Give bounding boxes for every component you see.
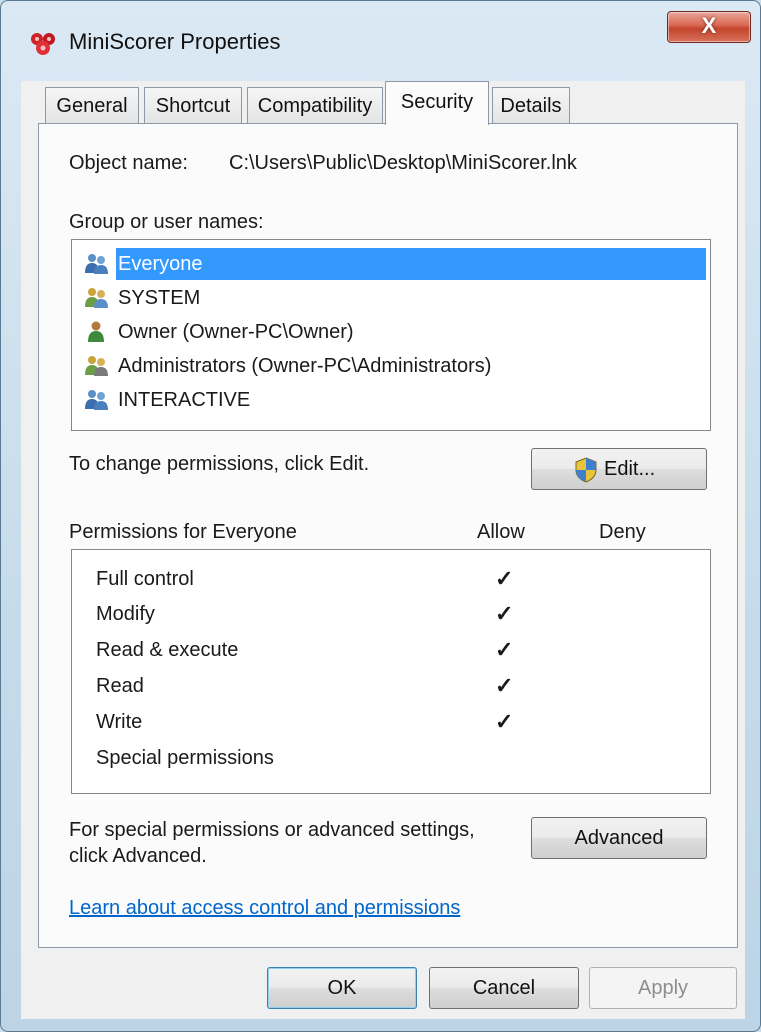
permission-label: Modify bbox=[96, 603, 155, 625]
allow-check-icon: ✓ bbox=[495, 673, 514, 698]
list-item-system[interactable]: SYSTEM bbox=[80, 282, 708, 314]
allow-check-icon: ✓ bbox=[495, 709, 514, 734]
tab-security[interactable]: Security bbox=[385, 81, 489, 125]
tab-shortcut[interactable]: Shortcut bbox=[144, 87, 242, 123]
permissions-header: Permissions for Everyone bbox=[69, 521, 297, 543]
ok-button[interactable]: OK bbox=[267, 967, 417, 1009]
permission-row: Special permissions bbox=[96, 740, 696, 776]
group-user-list[interactable]: Everyone SYSTEM Owner (Owner-PC\Owner) A… bbox=[71, 239, 711, 431]
users-icon bbox=[85, 254, 108, 274]
allow-check-icon: ✓ bbox=[495, 637, 514, 662]
list-item-label: Everyone bbox=[116, 248, 706, 280]
cancel-button[interactable]: Cancel bbox=[429, 967, 579, 1009]
list-item-label: INTERACTIVE bbox=[118, 389, 251, 411]
access-control-help-link[interactable]: Learn about access control and permissio… bbox=[69, 897, 460, 920]
group-names-label: Group or user names: bbox=[69, 211, 264, 233]
permission-row: Full control ✓ bbox=[96, 561, 696, 597]
app-icon bbox=[31, 33, 55, 55]
users-icon bbox=[85, 356, 108, 376]
tab-general[interactable]: General bbox=[45, 87, 139, 123]
edit-button-label: Edit... bbox=[604, 458, 656, 480]
permission-row: Read & execute ✓ bbox=[96, 632, 696, 668]
object-name-label: Object name: bbox=[69, 152, 188, 174]
allow-check-icon: ✓ bbox=[495, 566, 514, 591]
title-bar[interactable]: MiniScorer Properties X bbox=[1, 1, 760, 79]
tab-details[interactable]: Details bbox=[492, 87, 570, 123]
users-icon bbox=[85, 288, 108, 308]
list-item-everyone[interactable]: Everyone bbox=[80, 248, 708, 280]
permission-label: Special permissions bbox=[96, 747, 274, 769]
list-item-label: Owner (Owner-PC\Owner) bbox=[118, 321, 354, 343]
user-icon bbox=[88, 321, 104, 342]
change-permissions-text: To change permissions, click Edit. bbox=[69, 453, 370, 475]
advanced-button[interactable]: Advanced bbox=[531, 817, 707, 859]
permission-row: Modify ✓ bbox=[96, 596, 696, 632]
permission-row: Write ✓ bbox=[96, 704, 696, 740]
list-item-label: SYSTEM bbox=[118, 287, 201, 309]
apply-button[interactable]: Apply bbox=[589, 967, 737, 1009]
list-item-label: Administrators (Owner-PC\Administrators) bbox=[118, 355, 492, 377]
shield-icon bbox=[575, 457, 597, 483]
permission-label: Write bbox=[96, 711, 143, 733]
edit-button[interactable]: Edit... bbox=[531, 448, 707, 490]
advanced-text-line2: click Advanced. bbox=[69, 845, 207, 867]
permission-label: Read & execute bbox=[96, 639, 239, 661]
properties-window: MiniScorer Properties X General Shortcut… bbox=[0, 0, 761, 1032]
allow-column-header: Allow bbox=[477, 521, 525, 543]
users-icon bbox=[85, 390, 108, 410]
window-title: MiniScorer Properties bbox=[69, 29, 281, 54]
advanced-text-line1: For special permissions or advanced sett… bbox=[69, 819, 475, 841]
close-button[interactable]: X bbox=[667, 11, 751, 43]
deny-column-header: Deny bbox=[599, 521, 646, 543]
permission-row: Read ✓ bbox=[96, 668, 696, 704]
list-item-administrators[interactable]: Administrators (Owner-PC\Administrators) bbox=[80, 350, 708, 382]
close-icon: X bbox=[701, 13, 717, 38]
permission-label: Full control bbox=[96, 568, 194, 590]
tab-compatibility[interactable]: Compatibility bbox=[247, 87, 383, 123]
permissions-list[interactable]: Full control ✓ Modify ✓ Read & execute ✓… bbox=[71, 549, 711, 794]
allow-check-icon: ✓ bbox=[495, 601, 514, 626]
object-name-value: C:\Users\Public\Desktop\MiniScorer.lnk bbox=[229, 152, 577, 174]
list-item-owner[interactable]: Owner (Owner-PC\Owner) bbox=[80, 316, 708, 348]
permission-label: Read bbox=[96, 675, 144, 697]
list-item-interactive[interactable]: INTERACTIVE bbox=[80, 384, 708, 416]
